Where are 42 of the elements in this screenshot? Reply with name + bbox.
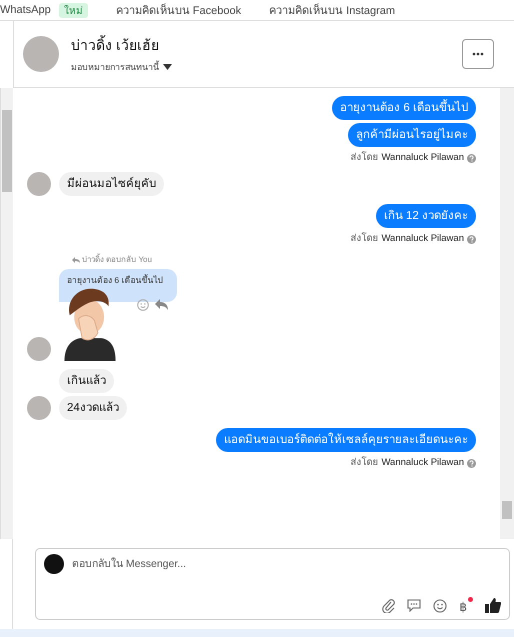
message-bubble: มีผ่อนมอไซค์ยุคับ [59,172,164,196]
message-bubble: ลูกค้ามีผ่อนไรอยู่ไมคะ [348,123,476,147]
contact-avatar [23,36,59,72]
contact-avatar [27,172,51,196]
more-icon [472,52,484,56]
sender-name: Wannaluck Pilawan [381,233,464,245]
reply-label: บ่าวดิ้ง ตอบกลับ You [82,253,152,266]
more-options-button[interactable] [462,39,494,69]
message-bubble: 24งวดแล้ว [59,396,127,420]
thumbs-up-icon[interactable] [485,598,501,613]
attachment-icon[interactable] [382,598,396,612]
emoji-icon[interactable] [433,598,448,612]
quoted-message: อายุงานต้อง 6 เดือนขึ้นไป [59,269,177,302]
tab[interactable]: ความคิดเห็นบน Instagram [269,1,396,19]
sender-name: Wannaluck Pilawan [381,457,464,469]
help-icon[interactable] [467,154,476,162]
caret-icon[interactable] [163,64,172,70]
contact-avatar [27,337,51,361]
help-icon[interactable] [467,234,476,244]
tab[interactable]: WhatsApp [0,4,51,16]
sender-name: Wannaluck Pilawan [381,152,464,164]
message-bubble: เกินแล้ว [59,369,114,393]
payment-button[interactable]: ฿ [459,597,473,614]
reply-icon[interactable] [155,299,168,310]
reply-field[interactable]: ตอบกลับใน Messenger... ฿ [35,548,510,620]
assign-conversation-link[interactable]: มอบหมายการสนทนานี้ [71,60,159,74]
sent-by-label: ส่งโดย [350,233,378,245]
message-bubble: แอดมินขอเบอร์ติดต่อให้เซลล์คุยรายละเอียดนะคะ [216,428,476,452]
help-icon[interactable] [467,458,476,468]
notification-dot [468,597,473,602]
new-badge: ใหม่ [58,2,88,18]
emoji-reaction-icon[interactable] [137,299,149,311]
page-avatar [44,554,64,574]
sent-by-label: ส่งโดย [350,457,378,469]
message-bubble: อายุงานต้อง 6 เดือนขึ้นไป [332,96,476,120]
contact-name: บ่าวดิ้ง เว้ยเฮ้ย [71,34,160,55]
contact-avatar [27,396,51,420]
reply-arrow-icon [72,256,80,262]
sent-by-label: ส่งโดย [350,152,378,164]
tab[interactable]: ความคิดเห็นบน Facebook [116,1,242,19]
saved-reply-icon[interactable] [407,599,422,612]
message-bubble: เกิน 12 งวดยังคะ [376,204,476,228]
